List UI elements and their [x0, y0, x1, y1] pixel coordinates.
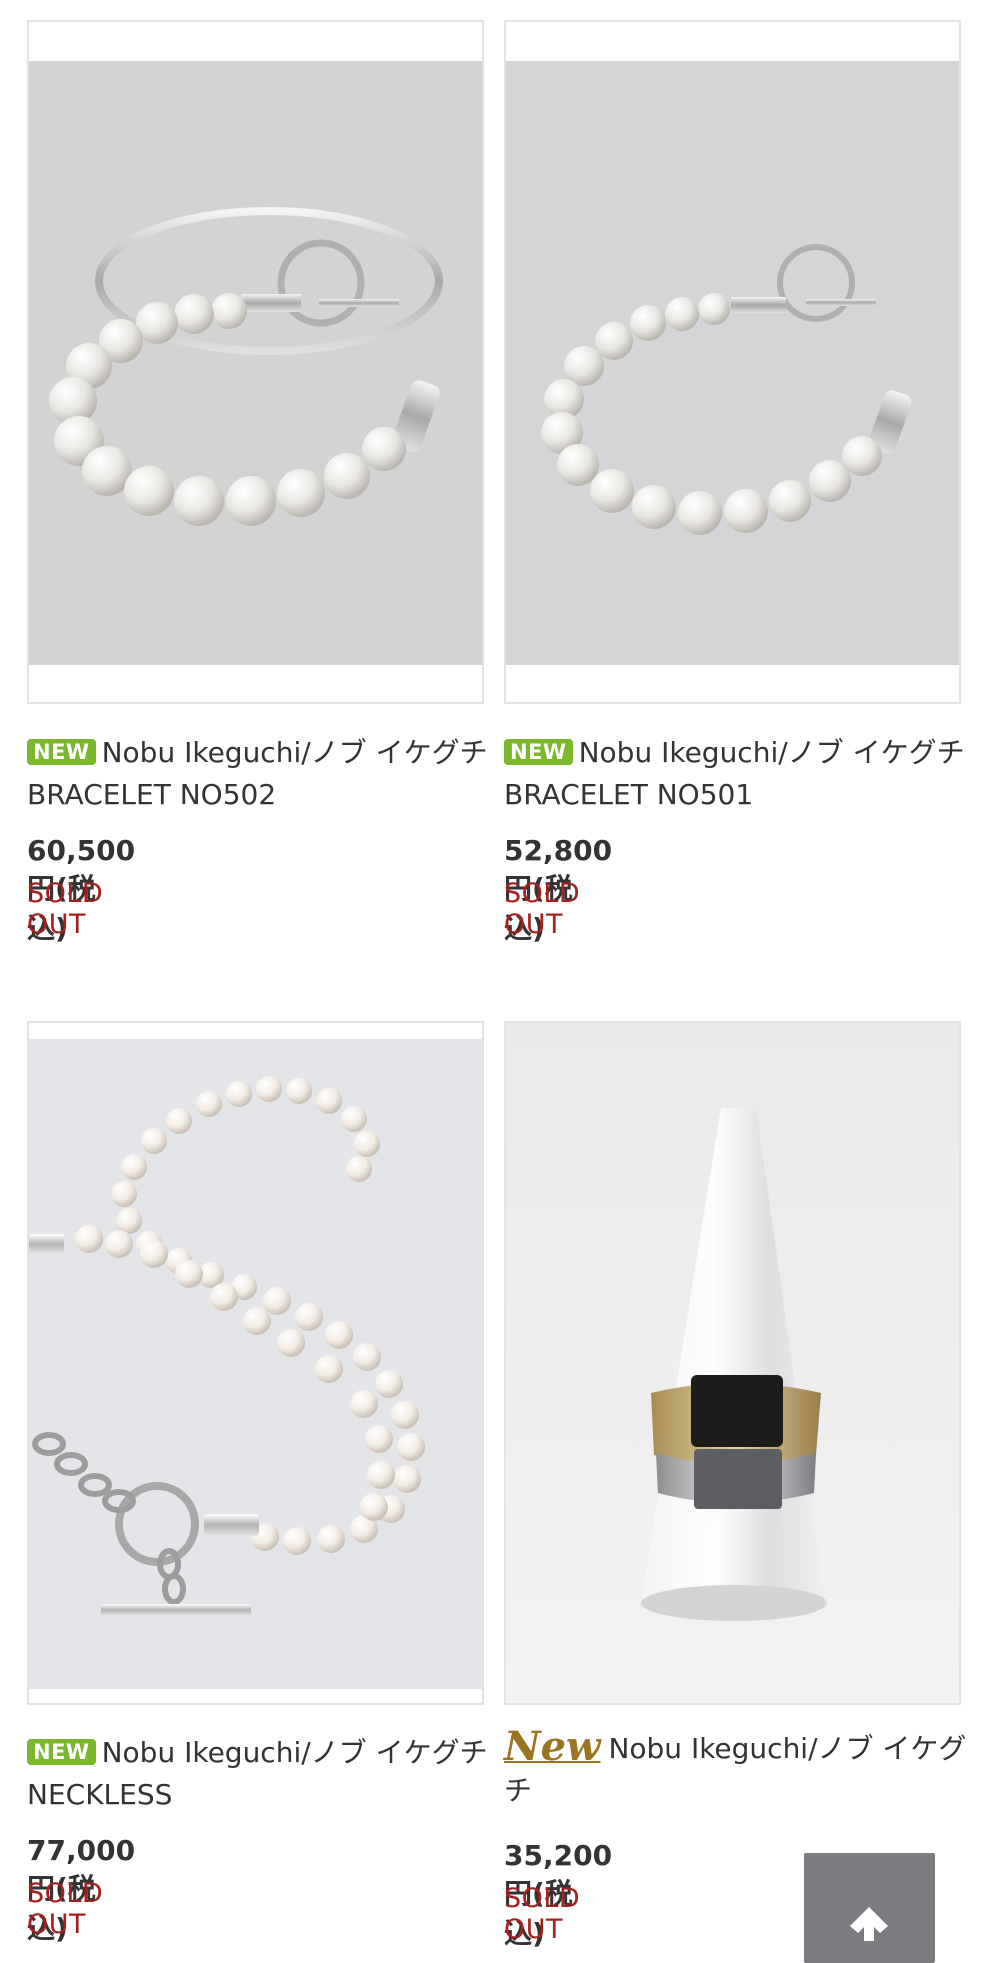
pearl-bracelet-photo [506, 61, 959, 665]
new-badge: NEW [504, 739, 573, 765]
product-title[interactable]: New Nobu Ikeguchi/ノブ イケグチ [504, 1727, 974, 1812]
pearl-bracelet-photo [29, 61, 482, 665]
product-title[interactable]: NEW Nobu Ikeguchi/ノブ イケグチ BRACELET NO502 [27, 732, 516, 816]
pearl-necklace-photo [29, 1039, 482, 1689]
product-image[interactable] [27, 1021, 484, 1705]
arrow-up-icon [850, 1907, 888, 1941]
new-badge: New [504, 1723, 601, 1770]
product-image[interactable] [27, 20, 484, 704]
sold-out-label: SOLD OUT [27, 878, 104, 940]
scroll-to-top-button[interactable] [804, 1853, 935, 1963]
new-badge: NEW [27, 1739, 96, 1765]
product-image[interactable] [504, 20, 961, 704]
sold-out-label: SOLD OUT [27, 1878, 104, 1940]
product-name[interactable]: Nobu Ikeguchi/ノブ イケグチ BRACELET NO501 [504, 736, 981, 811]
sold-out-label: SOLD OUT [504, 1883, 581, 1945]
new-badge: NEW [27, 739, 96, 765]
product-title[interactable]: NEW Nobu Ikeguchi/ノブ イケグチ BRACELET NO501 [504, 732, 981, 816]
sold-out-label: SOLD OUT [504, 878, 581, 940]
product-name[interactable]: Nobu Ikeguchi/ノブ イケグチ BRACELET NO502 [27, 736, 516, 811]
product-image[interactable] [504, 1021, 961, 1705]
product-title[interactable]: NEW Nobu Ikeguchi/ノブ イケグチ NECKLESS [27, 1732, 516, 1816]
product-name[interactable]: Nobu Ikeguchi/ノブ イケグチ NECKLESS [27, 1736, 516, 1811]
signet-ring-photo [506, 1023, 959, 1703]
